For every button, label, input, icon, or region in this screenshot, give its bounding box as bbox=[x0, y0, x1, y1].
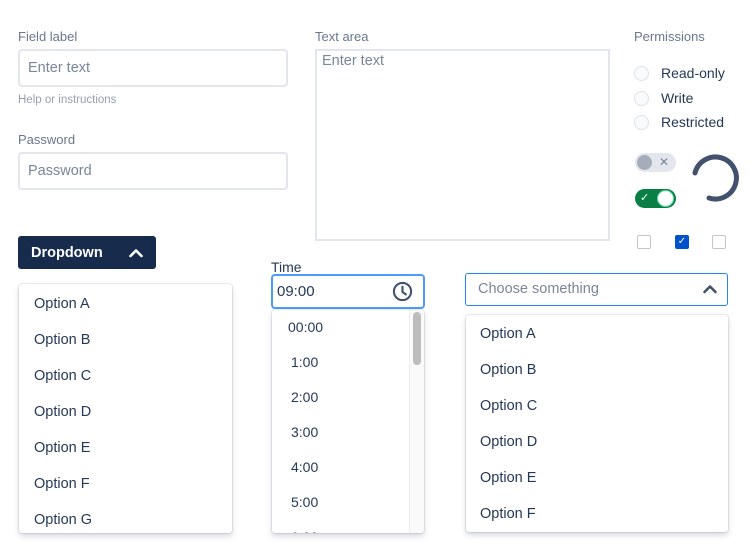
text-input[interactable] bbox=[18, 49, 288, 87]
radio-read-only[interactable]: Read-only bbox=[634, 65, 725, 81]
select-option[interactable]: Option C bbox=[466, 388, 728, 424]
dropdown-option[interactable]: Option D bbox=[19, 394, 232, 430]
time-value: 09:00 bbox=[277, 283, 315, 300]
time-input[interactable]: 09:00 bbox=[271, 274, 425, 309]
password-input[interactable] bbox=[18, 152, 288, 190]
text-area[interactable] bbox=[315, 49, 610, 241]
select-menu: Option A Option B Option C Option D Opti… bbox=[466, 315, 728, 532]
dropdown-option[interactable]: Option G bbox=[19, 502, 232, 533]
chevron-up-icon bbox=[129, 248, 143, 257]
help-text: Help or instructions bbox=[18, 94, 117, 106]
dropdown-option[interactable]: Option C bbox=[19, 358, 232, 394]
radio-circle[interactable] bbox=[634, 114, 649, 130]
time-option[interactable]: 6:00 bbox=[288, 520, 424, 533]
radio-circle[interactable] bbox=[634, 90, 649, 106]
radio-restricted[interactable]: Restricted bbox=[634, 114, 724, 130]
time-option[interactable]: 1:00 bbox=[288, 345, 424, 380]
radio-label: Read-only bbox=[661, 65, 725, 81]
dropdown-option[interactable]: Option F bbox=[19, 466, 232, 502]
password-label: Password bbox=[18, 132, 76, 147]
select-option[interactable]: Option B bbox=[466, 352, 728, 388]
loading-spinner-icon bbox=[692, 154, 739, 202]
text-area-label: Text area bbox=[315, 29, 369, 44]
select-option[interactable]: Option F bbox=[466, 496, 728, 532]
clock-icon[interactable] bbox=[392, 281, 413, 302]
radio-label: Restricted bbox=[661, 114, 725, 130]
select-option[interactable]: Option A bbox=[466, 316, 728, 352]
dropdown-menu: Option A Option B Option C Option D Opti… bbox=[19, 284, 232, 533]
select-placeholder: Choose something bbox=[478, 281, 599, 297]
time-option[interactable]: 2:00 bbox=[288, 380, 424, 415]
toggle-on[interactable]: ✓ bbox=[635, 189, 676, 208]
permissions-label: Permissions bbox=[634, 29, 705, 44]
dropdown-button[interactable]: Dropdown bbox=[18, 236, 156, 269]
chevron-up-icon[interactable] bbox=[702, 281, 718, 297]
scrollbar-thumb[interactable] bbox=[413, 312, 421, 365]
toggle-knob bbox=[657, 190, 674, 207]
select-input[interactable]: Choose something bbox=[465, 273, 728, 306]
time-option[interactable]: 3:00 bbox=[288, 415, 424, 450]
dropdown-option[interactable]: Option E bbox=[19, 430, 232, 466]
dropdown-label: Dropdown bbox=[31, 244, 103, 261]
dropdown-option[interactable]: Option A bbox=[19, 286, 232, 322]
time-option[interactable]: 5:00 bbox=[288, 485, 424, 520]
select-option[interactable]: Option D bbox=[466, 424, 728, 460]
toggle-off[interactable]: ✕ bbox=[635, 153, 676, 172]
radio-label: Write bbox=[661, 90, 694, 106]
time-label: Time bbox=[271, 259, 302, 275]
radio-circle[interactable] bbox=[634, 65, 649, 81]
dropdown-option[interactable]: Option B bbox=[19, 322, 232, 358]
time-option[interactable]: 4:00 bbox=[288, 450, 424, 485]
scrollbar[interactable] bbox=[409, 310, 424, 533]
checkbox-2[interactable]: ✓ bbox=[675, 235, 689, 249]
checkbox-1[interactable] bbox=[637, 235, 651, 249]
close-icon: ✕ bbox=[658, 155, 669, 169]
checkbox-3[interactable] bbox=[712, 235, 726, 249]
field-label: Field label bbox=[18, 29, 78, 44]
radio-write[interactable]: Write bbox=[634, 90, 693, 106]
time-option[interactable]: 00:00 bbox=[288, 310, 424, 345]
time-menu: 00:00 1:00 2:00 3:00 4:00 5:00 6:00 bbox=[272, 310, 424, 533]
check-icon: ✓ bbox=[640, 192, 650, 204]
select-option[interactable]: Option E bbox=[466, 460, 728, 496]
toggle-knob bbox=[637, 155, 652, 170]
